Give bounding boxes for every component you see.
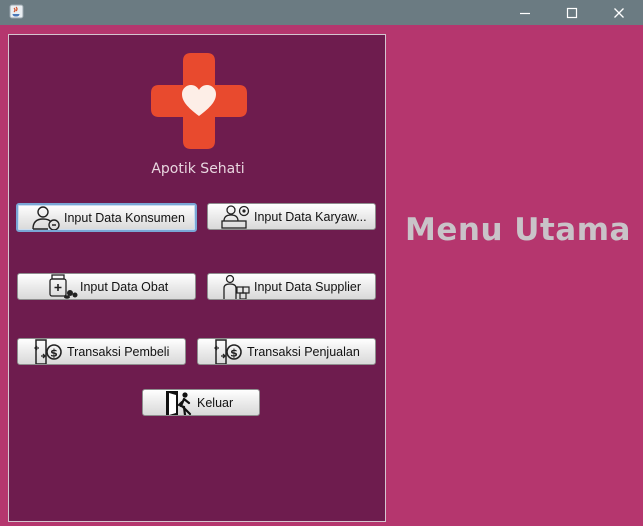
button-label: Input Data Konsumen <box>64 210 185 225</box>
customer-icon <box>30 205 62 230</box>
medicine-icon <box>46 274 78 299</box>
money-transfer-icon: $ <box>213 339 245 364</box>
java-app-icon <box>9 4 24 19</box>
maximize-icon <box>566 7 578 18</box>
input-data-obat-button[interactable]: Input Data Obat <box>17 273 196 300</box>
app-name-label: Apotik Sehati <box>151 161 245 177</box>
menu-utama-heading: Menu Utama <box>405 212 631 248</box>
input-data-karyawan-button[interactable]: Input Data Karyaw... <box>207 203 376 230</box>
svg-text:$: $ <box>50 346 58 359</box>
button-label: Input Data Supplier <box>254 279 362 294</box>
minimize-button[interactable] <box>502 0 548 25</box>
transaksi-penjualan-button[interactable]: $ Transaksi Penjualan <box>197 338 376 365</box>
button-label: Keluar <box>197 395 234 410</box>
button-label: Transaksi Penjualan <box>247 344 360 359</box>
input-data-supplier-button[interactable]: Input Data Supplier <box>207 273 376 300</box>
maximize-button[interactable] <box>549 0 595 25</box>
button-label: Input Data Karyaw... <box>254 209 367 224</box>
close-icon <box>614 7 624 18</box>
minimize-icon <box>520 12 530 14</box>
supplier-icon <box>220 274 252 299</box>
medical-cross-heart-icon <box>151 53 247 149</box>
svg-text:$: $ <box>230 346 238 359</box>
close-button[interactable] <box>596 0 642 25</box>
transaksi-pembeli-button[interactable]: $ Transaksi Pembeli <box>17 338 186 365</box>
employee-icon <box>220 204 252 229</box>
window-titlebar <box>0 0 643 25</box>
button-label: Transaksi Pembeli <box>67 344 170 359</box>
button-label: Input Data Obat <box>80 279 169 294</box>
exit-door-icon <box>163 390 195 415</box>
keluar-button[interactable]: Keluar <box>142 389 260 416</box>
input-data-konsumen-button[interactable]: Input Data Konsumen <box>16 203 197 232</box>
money-transfer-icon: $ <box>33 339 65 364</box>
